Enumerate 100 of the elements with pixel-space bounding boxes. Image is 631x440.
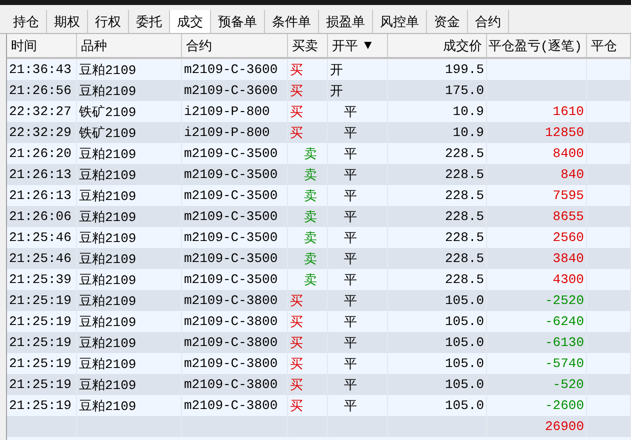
table-cell: 豆粕2109: [77, 185, 182, 206]
table-cell: 21:36:43: [7, 59, 77, 80]
table-cell: 开: [328, 59, 388, 80]
column-header[interactable]: 平仓盈亏(逐笔): [487, 34, 587, 59]
table-cell: 平: [328, 122, 388, 143]
table-cell: i2109-P-800: [182, 101, 288, 122]
table-cell: 平: [328, 332, 388, 353]
tab[interactable]: 合约: [468, 10, 509, 33]
table-cell: m2109-C-3600: [182, 59, 288, 80]
table-cell: 21:25:19: [7, 374, 77, 395]
table-cell: 平: [328, 248, 388, 269]
table-cell: 21:25:19: [7, 290, 77, 311]
table-cell: 豆粕2109: [77, 143, 182, 164]
column-header[interactable]: 平仓: [587, 34, 631, 59]
table-cell: 22:32:29: [7, 122, 77, 143]
table-cell: 豆粕2109: [77, 311, 182, 332]
column-header[interactable]: 成交价: [388, 34, 487, 59]
table-cell: m2109-C-3800: [182, 332, 288, 353]
table-cell: 豆粕2109: [77, 353, 182, 374]
table-cell: 豆粕2109: [77, 374, 182, 395]
table-cell: 卖: [288, 248, 328, 269]
table-cell: 铁矿2109: [77, 101, 182, 122]
table-cell: 21:26:13: [7, 185, 77, 206]
sort-indicator: ▼: [364, 38, 372, 53]
table-cell: 105.0: [388, 332, 487, 353]
table-cell: 840: [487, 164, 587, 185]
table-cell: -6130: [487, 332, 587, 353]
table-cell: 豆粕2109: [77, 164, 182, 185]
table-cell: 买: [288, 59, 328, 80]
table-cell: 买: [288, 101, 328, 122]
table-cell: 豆粕2109: [77, 290, 182, 311]
table-cell: 21:26:06: [7, 206, 77, 227]
table-cell: [7, 416, 77, 437]
tab[interactable]: 风控单: [373, 10, 427, 33]
table-cell: 平: [328, 206, 388, 227]
table-cell: 8655: [487, 206, 587, 227]
table-cell: m2109-C-3800: [182, 290, 288, 311]
table-cell: m2109-C-3500: [182, 185, 288, 206]
table-cell: m2109-C-3500: [182, 248, 288, 269]
table-cell: 豆粕2109: [77, 332, 182, 353]
table-cell: m2109-C-3800: [182, 374, 288, 395]
table-cell: 21:25:19: [7, 332, 77, 353]
table-cell: 平: [328, 374, 388, 395]
table-cell: 21:26:56: [7, 80, 77, 101]
table-cell: 21:26:20: [7, 143, 77, 164]
table-cell: 买: [288, 332, 328, 353]
table-cell: 买: [288, 353, 328, 374]
table-cell: 豆粕2109: [77, 395, 182, 416]
table-cell: 21:25:39: [7, 269, 77, 290]
table-cell: 175.0: [388, 80, 487, 101]
table-cell: 豆粕2109: [77, 269, 182, 290]
tab[interactable]: 预备单: [211, 10, 265, 33]
column-label: 开平: [332, 38, 358, 54]
table-cell: 豆粕2109: [77, 206, 182, 227]
table-cell: 21:25:19: [7, 311, 77, 332]
tab[interactable]: 资金: [427, 10, 468, 33]
column-header[interactable]: 品种: [77, 34, 182, 59]
table-cell: 买: [288, 374, 328, 395]
table-cell: 卖: [288, 206, 328, 227]
table-cell: m2109-C-3500: [182, 269, 288, 290]
table-cell: 21:25:46: [7, 248, 77, 269]
table-cell: 平: [328, 164, 388, 185]
table-cell: 开: [328, 80, 388, 101]
table-cell: m2109-C-3500: [182, 227, 288, 248]
tab[interactable]: 条件单: [265, 10, 319, 33]
table-cell: 21:25:19: [7, 353, 77, 374]
table-cell: m2109-C-3500: [182, 143, 288, 164]
column-header[interactable]: 时间: [7, 34, 77, 59]
tab[interactable]: 期权: [47, 10, 88, 33]
table-cell: 21:26:13: [7, 164, 77, 185]
table-cell: 3840: [487, 248, 587, 269]
table-cell: 22:32:27: [7, 101, 77, 122]
table-cell: 平: [328, 290, 388, 311]
table-cell: -520: [487, 374, 587, 395]
table-cell: 买: [288, 80, 328, 101]
table-cell: 228.5: [388, 206, 487, 227]
table-cell: 21:25:19: [7, 395, 77, 416]
table-cell: m2109-C-3600: [182, 80, 288, 101]
table-cell: 豆粕2109: [77, 59, 182, 80]
table-cell: m2109-C-3800: [182, 311, 288, 332]
column-header[interactable]: 买卖: [288, 34, 328, 59]
column-header[interactable]: 合约: [182, 34, 288, 59]
table-cell: m2109-C-3500: [182, 206, 288, 227]
table-cell: 12850: [487, 122, 587, 143]
table-cell: m2109-C-3500: [182, 164, 288, 185]
table-cell: 豆粕2109: [77, 80, 182, 101]
table-cell: 105.0: [388, 290, 487, 311]
tab[interactable]: 成交: [170, 10, 211, 33]
table-cell: 买: [288, 122, 328, 143]
table-cell: 26900: [487, 416, 587, 437]
table-cell: 买: [288, 395, 328, 416]
table-cell: 105.0: [388, 374, 487, 395]
table-cell: 买: [288, 290, 328, 311]
tab[interactable]: 持仓: [6, 10, 47, 33]
table-cell: 10.9: [388, 122, 487, 143]
tab[interactable]: 行权: [88, 10, 129, 33]
table-cell: m2109-C-3800: [182, 395, 288, 416]
tab[interactable]: 损盈单: [319, 10, 373, 33]
table-cell: 21:25:46: [7, 227, 77, 248]
column-header[interactable]: 开平 ▼: [328, 34, 388, 59]
